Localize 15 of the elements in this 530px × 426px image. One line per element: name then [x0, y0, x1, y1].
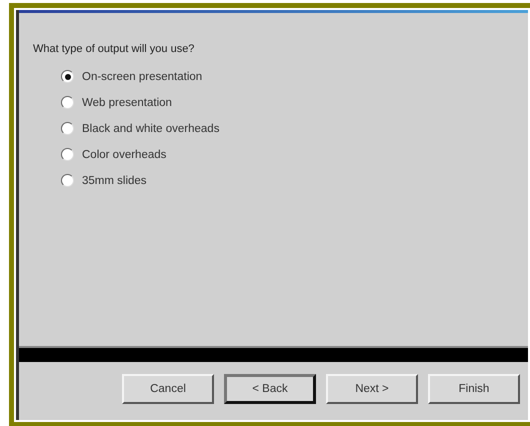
- option-label[interactable]: 35mm slides: [82, 174, 147, 186]
- radio-button[interactable]: [61, 148, 74, 161]
- question-label: What type of output will you use?: [33, 43, 196, 55]
- dialog-button[interactable]: Cancel: [122, 374, 214, 404]
- option-label[interactable]: On-screen presentation: [82, 70, 202, 82]
- option-label[interactable]: Black and white overheads: [82, 122, 220, 134]
- option-label[interactable]: Color overheads: [82, 148, 166, 160]
- radio-button[interactable]: [61, 174, 74, 187]
- radio-button[interactable]: [61, 122, 74, 135]
- radio-button[interactable]: [61, 96, 74, 109]
- radio-button[interactable]: [61, 70, 74, 83]
- dialog-button[interactable]: < Back: [224, 374, 316, 404]
- dialog-button[interactable]: Next >: [326, 374, 418, 404]
- dialog-button[interactable]: Finish: [428, 374, 520, 404]
- option-label[interactable]: Web presentation: [82, 96, 172, 108]
